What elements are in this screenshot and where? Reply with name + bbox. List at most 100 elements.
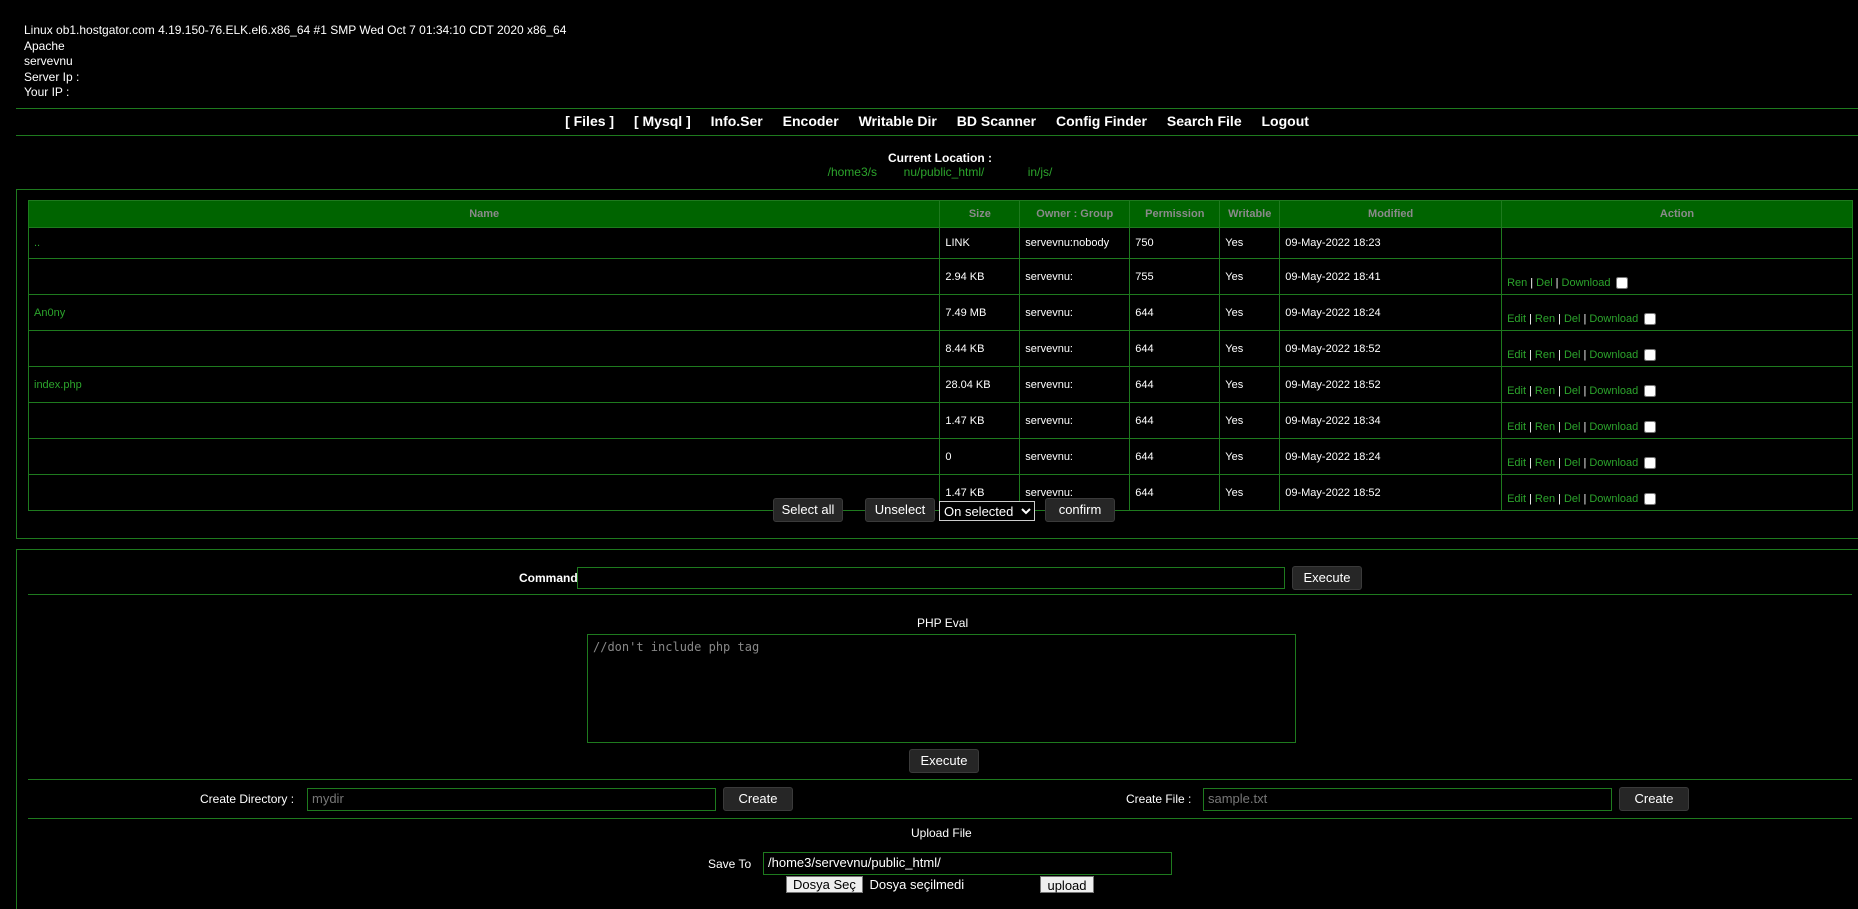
separator: |	[1583, 457, 1587, 469]
edit-link[interactable]: Edit	[1507, 421, 1526, 433]
download-link[interactable]: Download	[1589, 457, 1638, 469]
separator: |	[1555, 277, 1559, 289]
current-location-path[interactable]: /home3/s nu/public_html/ in/js/	[0, 165, 1858, 179]
file-modified: 09-May-2022 18:24	[1279, 294, 1503, 331]
col-writable[interactable]: Writable	[1219, 200, 1281, 228]
nav-search-file[interactable]: Search File	[1167, 108, 1242, 134]
file-name[interactable]	[27, 330, 941, 367]
row-checkbox[interactable]	[1644, 493, 1657, 505]
file-name[interactable]	[27, 402, 941, 439]
save-to-input[interactable]: /home3/servevnu/public_html/	[763, 852, 1172, 875]
file-permission[interactable]: 644	[1129, 402, 1221, 439]
file-name[interactable]: An0ny	[27, 294, 941, 331]
rename-link[interactable]: Ren	[1535, 457, 1555, 469]
create-file-button[interactable]: Create	[1619, 787, 1689, 811]
php-eval-execute-button[interactable]: Execute	[909, 749, 979, 773]
delete-link[interactable]: Del	[1564, 349, 1581, 361]
bulk-action-select[interactable]: On selected	[939, 501, 1035, 521]
divider	[16, 135, 1858, 136]
download-link[interactable]: Download	[1562, 277, 1611, 289]
file-actions: Edit | Ren | Del | Download	[1501, 438, 1853, 475]
confirm-button[interactable]: confirm	[1045, 498, 1115, 522]
file-name[interactable]	[27, 438, 941, 475]
edit-link[interactable]: Edit	[1507, 313, 1526, 325]
nav-info-ser[interactable]: Info.Ser	[711, 108, 763, 134]
create-directory-input[interactable]: mydir	[307, 788, 716, 811]
row-checkbox[interactable]	[1644, 457, 1657, 469]
rename-link[interactable]: Ren	[1507, 277, 1527, 289]
download-link[interactable]: Download	[1589, 421, 1638, 433]
edit-link[interactable]: Edit	[1507, 493, 1526, 505]
edit-link[interactable]: Edit	[1507, 457, 1526, 469]
file-actions: Ren | Del | Download	[1501, 258, 1853, 295]
col-action: Action	[1501, 200, 1853, 228]
col-permission[interactable]: Permission	[1129, 200, 1221, 228]
file-name[interactable]: index.php	[27, 366, 941, 403]
delete-link[interactable]: Del	[1564, 385, 1581, 397]
file-permission[interactable]: 644	[1129, 330, 1221, 367]
separator: |	[1529, 421, 1532, 433]
nav-bd-scanner[interactable]: BD Scanner	[957, 108, 1036, 134]
create-file-input[interactable]: sample.txt	[1203, 788, 1612, 811]
rename-link[interactable]: Ren	[1535, 313, 1555, 325]
row-checkbox[interactable]	[1644, 313, 1657, 325]
col-name[interactable]: Name	[27, 200, 941, 228]
create-directory-button[interactable]: Create	[723, 787, 793, 811]
edit-link[interactable]: Edit	[1507, 385, 1526, 397]
row-checkbox[interactable]	[1616, 277, 1629, 289]
command-input[interactable]	[577, 567, 1285, 589]
col-owner-group[interactable]: Owner : Group	[1019, 200, 1131, 228]
select-all-button[interactable]: Select all	[773, 498, 843, 522]
download-link[interactable]: Download	[1589, 385, 1638, 397]
row-checkbox[interactable]	[1644, 385, 1657, 397]
separator: |	[1529, 349, 1532, 361]
file-actions	[1501, 227, 1853, 259]
edit-link[interactable]: Edit	[1507, 349, 1526, 361]
table-header-row: Name Size Owner : Group Permission Writa…	[27, 200, 1853, 228]
nav-files[interactable]: [ Files ]	[565, 108, 614, 134]
rename-link[interactable]: Ren	[1535, 349, 1555, 361]
choose-file-button[interactable]: Dosya Seç	[786, 876, 863, 893]
file-permission[interactable]: 755	[1129, 258, 1221, 295]
unselect-button[interactable]: Unselect	[865, 498, 935, 522]
file-name[interactable]: ..	[27, 227, 941, 259]
delete-link[interactable]: Del	[1564, 421, 1581, 433]
php-eval-textarea[interactable]: //don't include php tag	[587, 634, 1296, 743]
separator: |	[1558, 457, 1561, 469]
file-name[interactable]	[27, 258, 941, 295]
row-checkbox[interactable]	[1644, 349, 1657, 361]
nav-config-finder[interactable]: Config Finder	[1056, 108, 1147, 134]
delete-link[interactable]: Del	[1564, 493, 1581, 505]
download-link[interactable]: Download	[1589, 493, 1638, 505]
delete-link[interactable]: Del	[1564, 313, 1581, 325]
file-writable: Yes	[1219, 402, 1281, 439]
file-owner: servevnu:	[1019, 366, 1131, 403]
separator: |	[1530, 277, 1534, 289]
download-link[interactable]: Download	[1589, 313, 1638, 325]
rename-link[interactable]: Ren	[1535, 385, 1555, 397]
row-checkbox[interactable]	[1644, 421, 1657, 433]
your-ip-label: Your IP :	[24, 85, 70, 99]
col-modified[interactable]: Modified	[1279, 200, 1503, 228]
rename-link[interactable]: Ren	[1535, 493, 1555, 505]
download-link[interactable]: Download	[1589, 349, 1638, 361]
system-info: Linux ob1.hostgator.com 4.19.150-76.ELK.…	[24, 23, 566, 101]
nav-writable-dir[interactable]: Writable Dir	[859, 108, 937, 134]
nav-mysql[interactable]: [ Mysql ]	[634, 108, 691, 134]
delete-link[interactable]: Del	[1536, 277, 1553, 289]
file-modified: 09-May-2022 18:52	[1279, 366, 1503, 403]
file-permission[interactable]: 644	[1129, 474, 1221, 511]
col-size[interactable]: Size	[939, 200, 1021, 228]
file-permission[interactable]: 644	[1129, 438, 1221, 475]
rename-link[interactable]: Ren	[1535, 421, 1555, 433]
delete-link[interactable]: Del	[1564, 457, 1581, 469]
file-actions: Edit | Ren | Del | Download	[1501, 294, 1853, 331]
nav-encoder[interactable]: Encoder	[783, 108, 839, 134]
upload-button[interactable]: upload	[1040, 876, 1094, 893]
command-execute-button[interactable]: Execute	[1292, 566, 1362, 590]
separator: |	[1529, 385, 1532, 397]
nav-logout[interactable]: Logout	[1262, 108, 1309, 134]
file-permission[interactable]: 644	[1129, 294, 1221, 331]
file-permission[interactable]: 750	[1129, 227, 1221, 259]
file-permission[interactable]: 644	[1129, 366, 1221, 403]
